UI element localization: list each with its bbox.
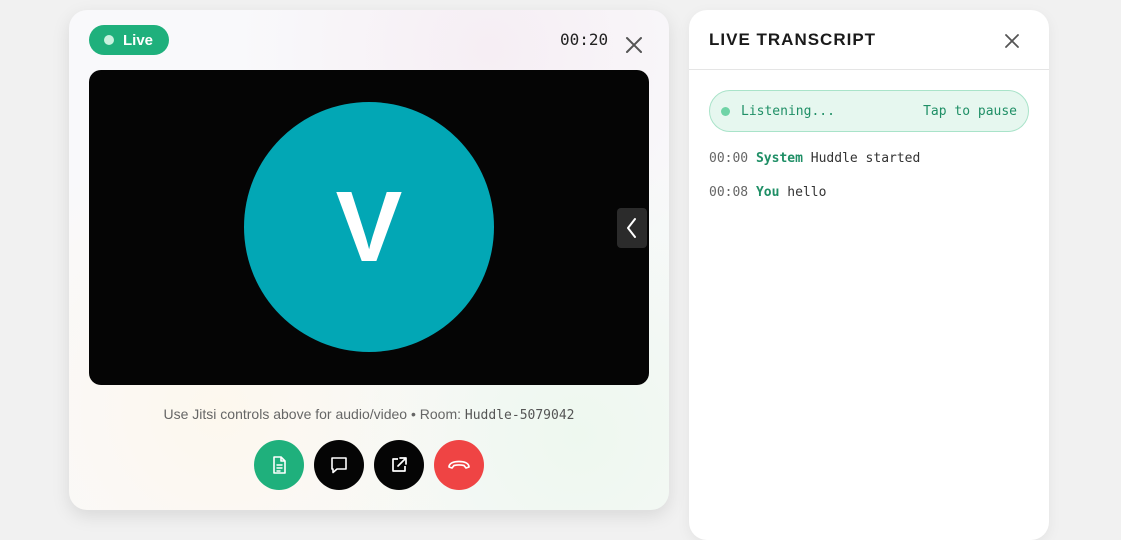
entry-speaker: You [755, 185, 780, 200]
video-area: V [89, 70, 649, 385]
call-hint: Use Jitsi controls above for audio/video… [69, 406, 669, 423]
call-controls [254, 440, 484, 490]
room-name: Huddle-5079042 [464, 408, 575, 423]
listening-status[interactable]: Listening... Tap to pause [709, 90, 1029, 132]
transcript-button[interactable] [254, 440, 304, 490]
transcript-entry: 00:00 System Huddle started [709, 151, 920, 185]
live-status-badge: Live [89, 25, 169, 55]
phone-hangup-icon [448, 460, 470, 469]
listening-label: Listening... [741, 103, 835, 119]
entry-time: 00:00 [709, 151, 749, 166]
transcript-panel: LIVE TRANSCRIPT Listening... Tap to paus… [689, 10, 1049, 540]
entry-time: 00:08 [709, 185, 749, 200]
popout-button[interactable] [374, 440, 424, 490]
close-icon [626, 37, 642, 53]
chat-button[interactable] [314, 440, 364, 490]
chevron-left-icon [627, 218, 636, 238]
external-link-icon [392, 457, 407, 472]
entry-speaker: System [755, 151, 803, 166]
pause-button[interactable]: Tap to pause [923, 104, 1017, 119]
transcript-title: LIVE TRANSCRIPT [709, 30, 877, 49]
call-timer: 00:20 [560, 30, 609, 49]
listening-dot [721, 106, 730, 116]
hint-text: Use Jitsi controls above for audio/video… [163, 406, 465, 422]
live-badge-label: Live [123, 31, 154, 49]
transcript-header: LIVE TRANSCRIPT [689, 10, 1049, 70]
chat-bubble-icon [331, 457, 347, 474]
participant-avatar: V [244, 102, 494, 352]
close-icon [1005, 34, 1019, 48]
transcript-entries: 00:00 System Huddle started 00:08 You he… [709, 151, 920, 219]
entry-text: Huddle started [810, 151, 921, 166]
document-icon [273, 456, 286, 474]
close-transcript-button[interactable] [1003, 32, 1021, 50]
call-panel: Live 00:20 V Use Jitsi controls above fo… [69, 10, 669, 510]
live-indicator-dot [104, 35, 114, 45]
transcript-entry: 00:08 You hello [709, 185, 920, 219]
expand-sidebar-button[interactable] [617, 208, 647, 248]
hang-up-button[interactable] [434, 440, 484, 490]
entry-text: hello [787, 185, 827, 200]
close-call-button[interactable] [624, 35, 644, 55]
